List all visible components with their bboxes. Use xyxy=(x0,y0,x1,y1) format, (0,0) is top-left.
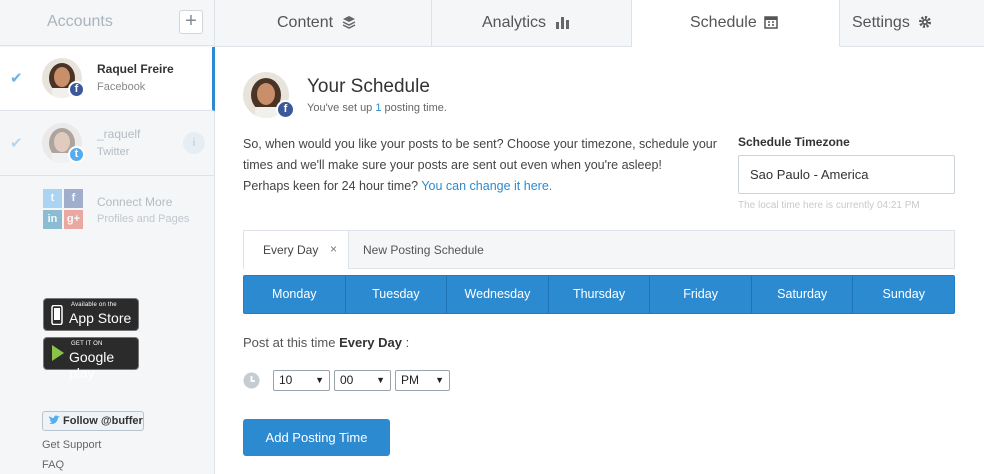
calendar-icon xyxy=(764,16,778,29)
tab-settings-label: Settings xyxy=(852,14,910,31)
account-item-raquelf[interactable]: ✔ t _raquelf Twitter i xyxy=(0,112,215,176)
facebook-icon: f xyxy=(276,100,295,119)
follow-buffer-button[interactable]: Follow @buffer xyxy=(42,411,144,431)
tab-schedule[interactable]: Schedule xyxy=(632,0,840,47)
check-icon: ✔ xyxy=(10,70,23,87)
post-at-label: Post at this time Every Day : xyxy=(243,335,410,350)
connect-more-sublabel: Profiles and Pages xyxy=(97,213,190,225)
faq-link[interactable]: FAQ xyxy=(42,459,64,471)
twitter-bird-icon xyxy=(49,415,60,424)
google-play-text: Google play xyxy=(69,349,115,381)
intro-question: Perhaps keen for 24 hour time? xyxy=(243,179,419,193)
account-name: Raquel Freire xyxy=(97,62,174,76)
intro-text: So, when would you like your posts to be… xyxy=(243,137,717,172)
app-store-small-text: Available on the xyxy=(71,302,117,308)
main-tabs: Content Analytics Schedule Settings xyxy=(215,0,984,47)
day-selector: Monday Tuesday Wednesday Thursday Friday… xyxy=(243,275,955,314)
social-networks-icon: t f in g+ xyxy=(43,189,83,229)
change-time-format-link[interactable]: You can change it here. xyxy=(421,179,552,193)
timezone-label: Schedule Timezone xyxy=(738,135,850,149)
schedule-tab-every-day[interactable]: Every Day × xyxy=(244,231,349,269)
day-friday[interactable]: Friday xyxy=(650,276,752,313)
app-store-badge[interactable]: Available on the App Store xyxy=(43,298,139,331)
get-support-link[interactable]: Get Support xyxy=(42,439,101,451)
tab-content[interactable]: Content xyxy=(215,0,432,47)
day-saturday[interactable]: Saturday xyxy=(752,276,854,313)
account-name: _raquelf xyxy=(97,127,141,141)
accounts-header: Accounts + xyxy=(0,0,215,46)
post-at-value: Every Day xyxy=(339,335,402,350)
info-icon[interactable]: i xyxy=(183,132,205,154)
accounts-sidebar: Accounts + ✔ f Raquel Freire Facebook ✔ … xyxy=(0,0,215,474)
page-title: Your Schedule xyxy=(307,76,430,97)
day-thursday[interactable]: Thursday xyxy=(549,276,651,313)
day-wednesday[interactable]: Wednesday xyxy=(447,276,549,313)
tab-analytics-label: Analytics xyxy=(482,14,547,31)
close-icon[interactable]: × xyxy=(330,242,337,256)
twitter-icon: t xyxy=(68,146,85,163)
timezone-field[interactable]: Sao Paulo - America xyxy=(738,155,955,194)
bar-chart-icon xyxy=(556,17,569,29)
day-sunday[interactable]: Sunday xyxy=(853,276,954,313)
schedule-intro: So, when would you like your posts to be… xyxy=(243,134,723,197)
tab-settings[interactable]: Settings xyxy=(840,0,984,47)
google-play-badge[interactable]: GET IT ON Google play xyxy=(43,337,139,381)
add-posting-time-button[interactable]: Add Posting Time xyxy=(243,419,390,456)
tab-analytics[interactable]: Analytics xyxy=(432,0,632,47)
account-network: Twitter xyxy=(97,146,130,158)
day-tuesday[interactable]: Tuesday xyxy=(346,276,448,313)
minute-select[interactable]: 00 ▼ xyxy=(334,370,391,391)
account-network: Facebook xyxy=(97,81,146,93)
facebook-icon: f xyxy=(68,81,85,98)
play-icon xyxy=(52,345,64,361)
connect-more-label: Connect More xyxy=(97,195,173,209)
new-posting-schedule-tab[interactable]: New Posting Schedule xyxy=(363,243,484,257)
app-store-text: App Store xyxy=(69,310,132,326)
gear-icon xyxy=(919,16,931,28)
accounts-title: Accounts xyxy=(47,13,113,30)
hour-select[interactable]: 10 ▼ xyxy=(273,370,330,391)
add-account-button[interactable]: + xyxy=(179,10,203,34)
schedule-tabs: Every Day × New Posting Schedule xyxy=(243,230,955,269)
ampm-select[interactable]: PM ▼ xyxy=(395,370,450,391)
connect-more[interactable]: t f in g+ Connect More Profiles and Page… xyxy=(0,178,215,238)
check-icon: ✔ xyxy=(10,135,23,152)
tab-content-label: Content xyxy=(277,14,334,31)
phone-icon xyxy=(51,305,63,325)
follow-label: Follow @buffer xyxy=(63,415,143,427)
tab-schedule-label: Schedule xyxy=(690,14,757,31)
day-monday[interactable]: Monday xyxy=(244,276,346,313)
schedule-tab-label: Every Day xyxy=(263,243,319,257)
timezone-hint: The local time here is currently 04:21 P… xyxy=(738,200,920,211)
account-item-raquel-freire[interactable]: ✔ f Raquel Freire Facebook xyxy=(0,47,215,111)
google-play-small-text: GET IT ON xyxy=(71,341,103,347)
schedule-summary: You've set up 1 posting time. xyxy=(307,102,447,114)
clock-icon xyxy=(243,372,260,389)
layers-icon xyxy=(342,16,356,29)
